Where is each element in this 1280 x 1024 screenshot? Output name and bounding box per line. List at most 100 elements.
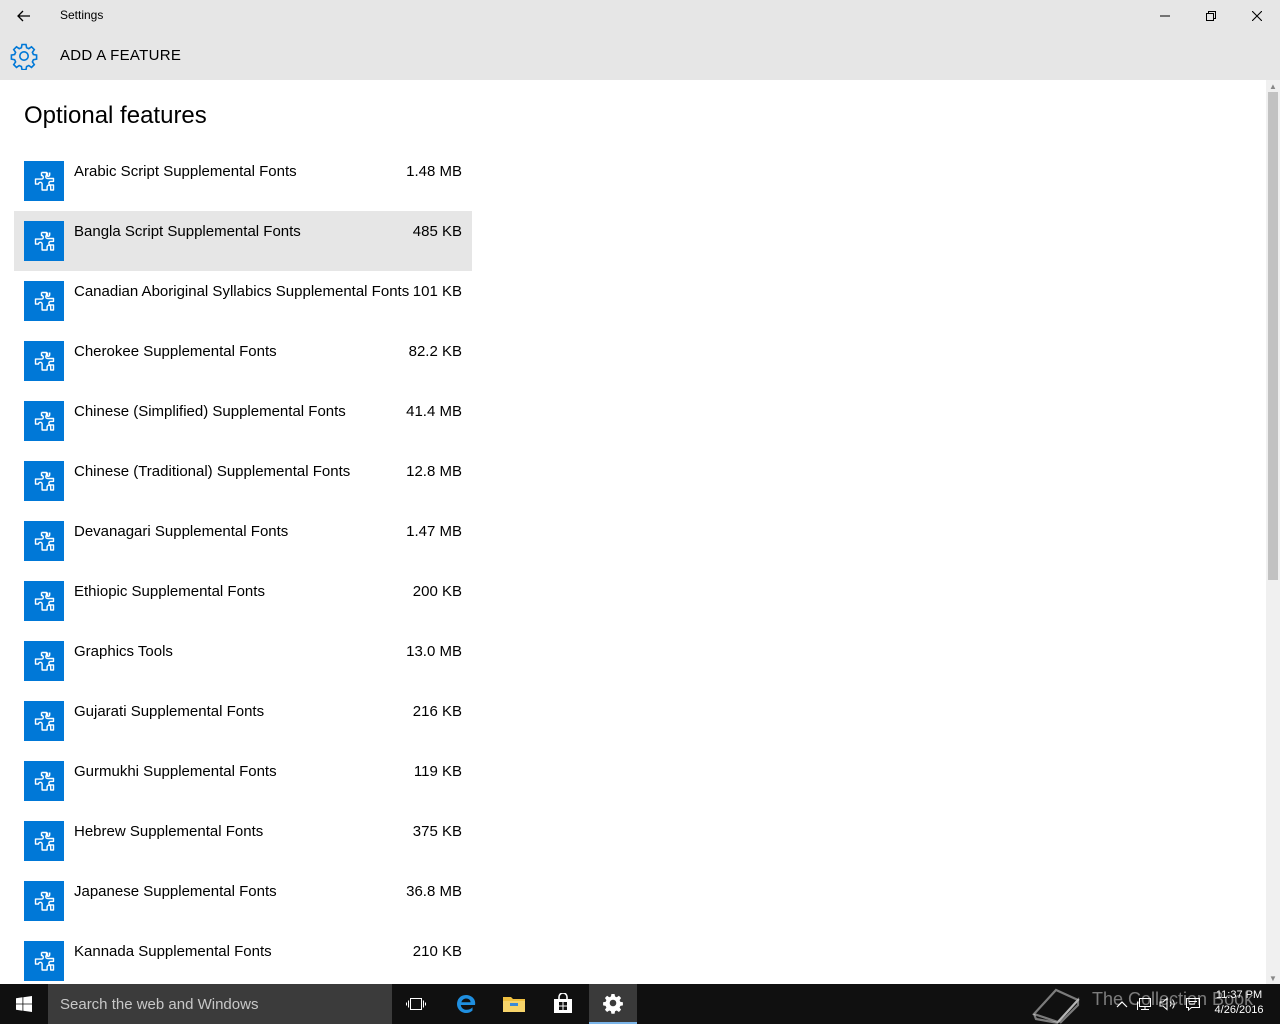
feature-item[interactable]: Chinese (Simplified) Supplemental Fonts 4… <box>14 391 472 451</box>
book-logo-icon <box>1032 988 1080 1024</box>
feature-size: 375 KB <box>412 823 462 840</box>
feature-name: Graphics Tools <box>74 643 173 660</box>
feature-name: Devanagari Supplemental Fonts <box>74 523 289 540</box>
close-button[interactable] <box>1234 0 1280 32</box>
feature-icon <box>24 161 64 201</box>
puzzle-piece-icon <box>34 291 55 311</box>
feature-item[interactable]: Ethiopic Supplemental Fonts 200 KB <box>14 571 472 631</box>
feature-name: Gurmukhi Supplemental Fonts <box>74 763 277 780</box>
feature-icon <box>24 881 64 921</box>
watermark: The Collection Book <box>1030 984 1253 1024</box>
windows-logo-icon <box>16 996 32 1012</box>
minimize-button[interactable] <box>1142 0 1188 32</box>
section-title: Optional features <box>24 102 207 129</box>
search-input[interactable]: Search the web and Windows <box>48 984 392 1024</box>
feature-list: Arabic Script Supplemental Fonts 1.48 MB B… <box>14 151 472 984</box>
window-title: Settings <box>60 8 104 22</box>
feature-icon <box>24 401 64 441</box>
feature-item[interactable]: Hebrew Supplemental Fonts 375 KB <box>14 811 472 871</box>
feature-size: 1.47 MB <box>406 523 462 540</box>
search-placeholder: Search the web and Windows <box>60 996 259 1013</box>
feature-item[interactable]: Arabic Script Supplemental Fonts 1.48 MB <box>14 151 472 211</box>
title-bar: Settings <box>0 0 1280 32</box>
puzzle-piece-icon <box>34 591 55 611</box>
feature-name: Japanese Supplemental Fonts <box>74 883 277 900</box>
restore-button[interactable] <box>1188 0 1234 32</box>
feature-name: Ethiopic Supplemental Fonts <box>74 583 265 600</box>
store-icon <box>554 993 572 1013</box>
puzzle-piece-icon <box>34 831 55 851</box>
back-arrow-icon <box>17 10 30 22</box>
feature-icon <box>24 641 64 681</box>
feature-icon <box>24 941 64 981</box>
feature-icon <box>24 221 64 261</box>
puzzle-piece-icon <box>34 171 55 191</box>
feature-name: Bangla Script Supplemental Fonts <box>74 223 301 240</box>
scroll-up-arrow-icon[interactable]: ▲ <box>1266 80 1280 92</box>
page-header: ADD A FEATURE <box>0 32 1280 80</box>
page-title: ADD A FEATURE <box>60 47 182 64</box>
restore-icon <box>1206 11 1216 21</box>
feature-icon <box>24 581 64 621</box>
feature-name: Chinese (Simplified) Supplemental Fonts <box>74 403 346 420</box>
scroll-thumb[interactable] <box>1268 92 1278 580</box>
task-view-button[interactable] <box>392 984 440 1024</box>
file-explorer-button[interactable] <box>490 984 538 1024</box>
minimize-icon <box>1160 15 1170 17</box>
feature-item[interactable]: Kannada Supplemental Fonts 210 KB <box>14 931 472 984</box>
feature-item[interactable]: Bangla Script Supplemental Fonts 485 KB <box>14 211 472 271</box>
puzzle-piece-icon <box>34 651 55 671</box>
feature-item[interactable]: Graphics Tools 13.0 MB <box>14 631 472 691</box>
feature-icon <box>24 821 64 861</box>
scroll-down-arrow-icon[interactable]: ▼ <box>1266 972 1280 984</box>
feature-size: 485 KB <box>412 223 462 240</box>
feature-size: 119 KB <box>413 763 462 780</box>
feature-size: 12.8 MB <box>406 463 462 480</box>
feature-name: Chinese (Traditional) Supplemental Fonts <box>74 463 351 480</box>
feature-icon <box>24 461 64 501</box>
feature-size: 36.8 MB <box>406 883 462 900</box>
feature-item[interactable]: Canadian Aboriginal Syllabics Supplement… <box>14 271 472 331</box>
vertical-scrollbar[interactable]: ▲ ▼ <box>1266 80 1280 984</box>
feature-item[interactable]: Gurmukhi Supplemental Fonts 119 KB <box>14 751 472 811</box>
puzzle-piece-icon <box>34 531 55 551</box>
feature-icon <box>24 281 64 321</box>
settings-taskbar-button[interactable] <box>589 984 637 1024</box>
feature-icon <box>24 341 64 381</box>
feature-size: 13.0 MB <box>406 643 462 660</box>
feature-name: Hebrew Supplemental Fonts <box>74 823 264 840</box>
feature-icon <box>24 761 64 801</box>
watermark-text: The Collection Book <box>1092 989 1254 1009</box>
feature-name: Kannada Supplemental Fonts <box>74 943 272 960</box>
feature-item[interactable]: Japanese Supplemental Fonts 36.8 MB <box>14 871 472 931</box>
feature-name: Gujarati Supplemental Fonts <box>74 703 265 720</box>
puzzle-piece-icon <box>34 351 55 371</box>
puzzle-piece-icon <box>34 951 55 971</box>
feature-size: 41.4 MB <box>406 403 462 420</box>
feature-name: Cherokee Supplemental Fonts <box>74 343 277 360</box>
edge-button[interactable] <box>442 984 490 1024</box>
puzzle-piece-icon <box>34 471 55 491</box>
feature-item[interactable]: Gujarati Supplemental Fonts 216 KB <box>14 691 472 751</box>
puzzle-piece-icon <box>34 231 55 251</box>
content-area: Optional features Arabic Script Suppleme… <box>0 80 1266 984</box>
back-button[interactable] <box>0 0 48 32</box>
edge-icon <box>457 995 476 1013</box>
feature-item[interactable]: Devanagari Supplemental Fonts 1.47 MB <box>14 511 472 571</box>
puzzle-piece-icon <box>34 891 55 911</box>
feature-item[interactable]: Chinese (Traditional) Supplemental Fonts… <box>14 451 472 511</box>
task-view-icon <box>406 998 426 1010</box>
puzzle-piece-icon <box>34 771 55 791</box>
puzzle-piece-icon <box>34 711 55 731</box>
start-button[interactable] <box>0 984 48 1024</box>
feature-name: Arabic Script Supplemental Fonts <box>74 163 297 180</box>
file-explorer-icon <box>503 997 525 1012</box>
feature-name: Canadian Aboriginal Syllabics Supplement… <box>74 283 410 300</box>
store-button[interactable] <box>539 984 587 1024</box>
feature-icon <box>24 521 64 561</box>
feature-size: 200 KB <box>412 583 462 600</box>
feature-size: 210 KB <box>412 943 462 960</box>
puzzle-piece-icon <box>34 411 55 431</box>
feature-item[interactable]: Cherokee Supplemental Fonts 82.2 KB <box>14 331 472 391</box>
feature-icon <box>24 701 64 741</box>
